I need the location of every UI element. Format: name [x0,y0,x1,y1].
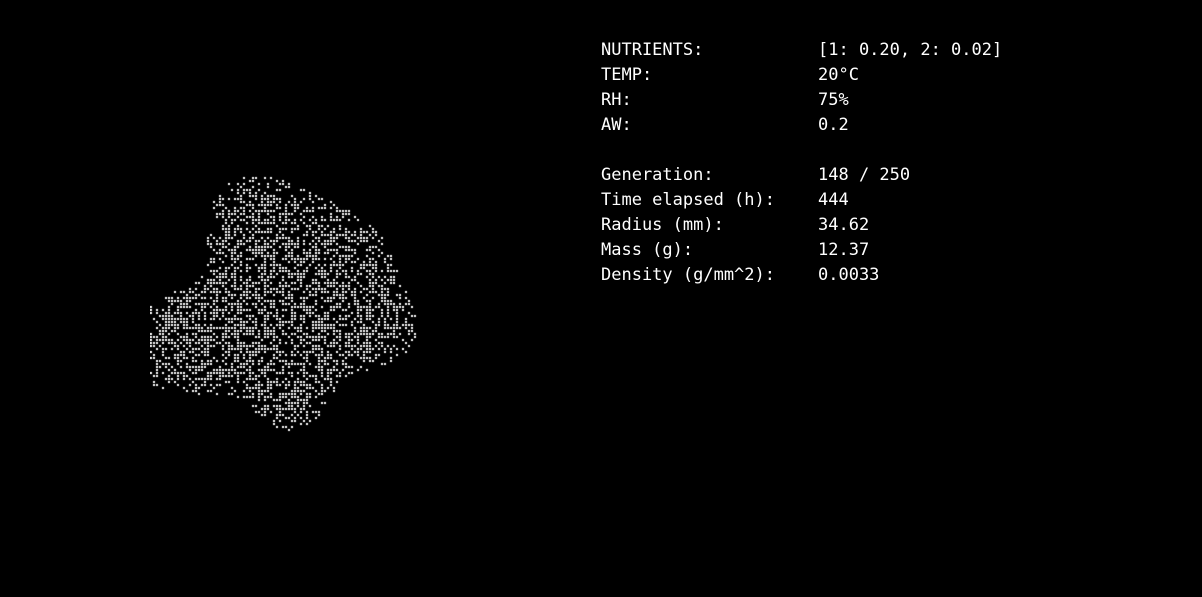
mass-value: 12.37 [818,240,870,260]
temp-value: 20°C [818,65,859,85]
temp-label: TEMP: [601,65,653,85]
rh-value: 75% [818,90,849,110]
nutrients-value: [1: 0.20, 2: 0.02] [818,40,1003,60]
radius-value: 34.62 [818,215,870,235]
temp-row: TEMP: 20°C [601,63,1002,88]
colony-growth-canvas [150,168,450,448]
mass-row: Mass (g): 12.37 [601,238,1002,263]
stats-panel: NUTRIENTS: [1: 0.20, 2: 0.02] TEMP: 20°C… [601,38,1002,288]
density-row: Density (g/mm^2): 0.0033 [601,263,1002,288]
time-elapsed-row: Time elapsed (h): 444 [601,188,1002,213]
mass-label: Mass (g): [601,240,694,260]
nutrients-row: NUTRIENTS: [1: 0.20, 2: 0.02] [601,38,1002,63]
density-label: Density (g/mm^2): [601,265,775,285]
time-elapsed-value: 444 [818,190,849,210]
generation-row: Generation: 148 / 250 [601,163,1002,188]
aw-value: 0.2 [818,115,849,135]
aw-label: AW: [601,115,632,135]
radius-row: Radius (mm): 34.62 [601,213,1002,238]
simulation-screen: NUTRIENTS: [1: 0.20, 2: 0.02] TEMP: 20°C… [0,0,1202,597]
rh-label: RH: [601,90,632,110]
time-elapsed-label: Time elapsed (h): [601,190,775,210]
aw-row: AW: 0.2 [601,113,1002,138]
radius-label: Radius (mm): [601,215,724,235]
generation-value: 148 / 250 [818,165,911,185]
rh-row: RH: 75% [601,88,1002,113]
nutrients-label: NUTRIENTS: [601,40,704,60]
generation-label: Generation: [601,165,714,185]
density-value: 0.0033 [818,265,880,285]
